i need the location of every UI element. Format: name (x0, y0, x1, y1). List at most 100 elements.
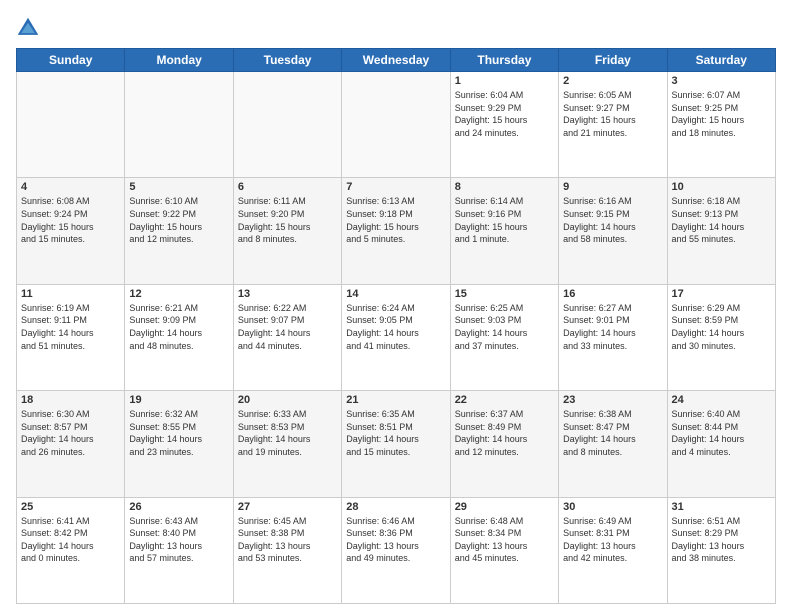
table-row: 16 Sunrise: 6:27 AM Sunset: 9:01 PM Dayli… (559, 284, 667, 390)
table-row: 20Sunrise: 6:33 AM Sunset: 8:53 PM Dayli… (233, 391, 341, 497)
day-info: Sunrise: 6:46 AM Sunset: 8:36 PM Dayligh… (346, 515, 445, 565)
table-row: 2 Sunrise: 6:05 AM Sunset: 9:27 PM Daylig… (559, 72, 667, 178)
table-row: 9 Sunrise: 6:16 AM Sunset: 9:15 PM Daylig… (559, 178, 667, 284)
day-number: 2 (563, 75, 662, 87)
table-row: 19Sunrise: 6:32 AM Sunset: 8:55 PM Dayli… (125, 391, 233, 497)
table-row: 23 Sunrise: 6:38 AM Sunset: 8:47 PM Dayli… (559, 391, 667, 497)
day-info: Sunrise: 6:04 AM Sunset: 9:29 PM Dayligh… (455, 89, 554, 139)
calendar-body: 1 Sunrise: 6:04 AM Sunset: 9:29 PM Daylig… (17, 72, 776, 604)
day-number: 1 (455, 75, 554, 87)
table-row: 6 Sunrise: 6:11 AM Sunset: 9:20 PM Daylig… (233, 178, 341, 284)
table-row: 7 Sunrise: 6:13 AM Sunset: 9:18 PM Daylig… (342, 178, 450, 284)
table-row: 13Sunrise: 6:22 AM Sunset: 9:07 PM Dayli… (233, 284, 341, 390)
day-info: Sunrise: 6:11 AM Sunset: 9:20 PM Dayligh… (238, 195, 337, 245)
calendar-week-5: 25Sunrise: 6:41 AM Sunset: 8:42 PM Dayli… (17, 497, 776, 603)
table-row: 15 Sunrise: 6:25 AM Sunset: 9:03 PM Dayli… (450, 284, 558, 390)
day-number: 6 (238, 181, 337, 193)
day-number: 13 (238, 288, 337, 300)
day-info: Sunrise: 6:16 AM Sunset: 9:15 PM Dayligh… (563, 195, 662, 245)
day-number: 11 (21, 288, 120, 300)
table-row: 8Sunrise: 6:14 AM Sunset: 9:16 PM Daylig… (450, 178, 558, 284)
day-info: Sunrise: 6:32 AM Sunset: 8:55 PM Dayligh… (129, 408, 228, 458)
day-info: Sunrise: 6:49 AM Sunset: 8:31 PM Dayligh… (563, 515, 662, 565)
day-number: 5 (129, 181, 228, 193)
day-number: 30 (563, 501, 662, 513)
table-row: 28 Sunrise: 6:46 AM Sunset: 8:36 PM Dayli… (342, 497, 450, 603)
day-number: 3 (672, 75, 771, 87)
table-row: 25Sunrise: 6:41 AM Sunset: 8:42 PM Dayli… (17, 497, 125, 603)
table-row: 29Sunrise: 6:48 AM Sunset: 8:34 PM Dayli… (450, 497, 558, 603)
table-row: 27Sunrise: 6:45 AM Sunset: 8:38 PM Dayli… (233, 497, 341, 603)
day-number: 29 (455, 501, 554, 513)
col-tuesday: Tuesday (233, 49, 341, 72)
table-row: 18 Sunrise: 6:30 AM Sunset: 8:57 PM Dayli… (17, 391, 125, 497)
calendar-header: Sunday Monday Tuesday Wednesday Thursday… (17, 49, 776, 72)
day-number: 26 (129, 501, 228, 513)
day-info: Sunrise: 6:30 AM Sunset: 8:57 PM Dayligh… (21, 408, 120, 458)
page: Sunday Monday Tuesday Wednesday Thursday… (0, 0, 792, 612)
col-sunday: Sunday (17, 49, 125, 72)
table-row (17, 72, 125, 178)
header (16, 16, 776, 40)
day-number: 21 (346, 394, 445, 406)
table-row: 24 Sunrise: 6:40 AM Sunset: 8:44 PM Dayli… (667, 391, 775, 497)
calendar-week-2: 4Sunrise: 6:08 AM Sunset: 9:24 PM Daylig… (17, 178, 776, 284)
logo-icon (16, 16, 40, 40)
calendar-week-4: 18 Sunrise: 6:30 AM Sunset: 8:57 PM Dayli… (17, 391, 776, 497)
table-row (342, 72, 450, 178)
table-row: 12Sunrise: 6:21 AM Sunset: 9:09 PM Dayli… (125, 284, 233, 390)
day-info: Sunrise: 6:07 AM Sunset: 9:25 PM Dayligh… (672, 89, 771, 139)
col-friday: Friday (559, 49, 667, 72)
col-saturday: Saturday (667, 49, 775, 72)
day-number: 22 (455, 394, 554, 406)
day-number: 25 (21, 501, 120, 513)
day-number: 16 (563, 288, 662, 300)
col-thursday: Thursday (450, 49, 558, 72)
day-number: 23 (563, 394, 662, 406)
day-info: Sunrise: 6:14 AM Sunset: 9:16 PM Dayligh… (455, 195, 554, 245)
day-info: Sunrise: 6:40 AM Sunset: 8:44 PM Dayligh… (672, 408, 771, 458)
table-row: 17Sunrise: 6:29 AM Sunset: 8:59 PM Dayli… (667, 284, 775, 390)
table-row: 1 Sunrise: 6:04 AM Sunset: 9:29 PM Daylig… (450, 72, 558, 178)
day-number: 9 (563, 181, 662, 193)
calendar-week-3: 11 Sunrise: 6:19 AM Sunset: 9:11 PM Dayli… (17, 284, 776, 390)
logo (16, 16, 44, 40)
table-row: 4Sunrise: 6:08 AM Sunset: 9:24 PM Daylig… (17, 178, 125, 284)
day-info: Sunrise: 6:37 AM Sunset: 8:49 PM Dayligh… (455, 408, 554, 458)
day-number: 10 (672, 181, 771, 193)
day-info: Sunrise: 6:51 AM Sunset: 8:29 PM Dayligh… (672, 515, 771, 565)
table-row: 14 Sunrise: 6:24 AM Sunset: 9:05 PM Dayli… (342, 284, 450, 390)
day-number: 14 (346, 288, 445, 300)
table-row: 30 Sunrise: 6:49 AM Sunset: 8:31 PM Dayli… (559, 497, 667, 603)
day-info: Sunrise: 6:25 AM Sunset: 9:03 PM Dayligh… (455, 302, 554, 352)
day-number: 27 (238, 501, 337, 513)
table-row: 10Sunrise: 6:18 AM Sunset: 9:13 PM Dayli… (667, 178, 775, 284)
day-number: 20 (238, 394, 337, 406)
calendar: Sunday Monday Tuesday Wednesday Thursday… (16, 48, 776, 604)
table-row: 22 Sunrise: 6:37 AM Sunset: 8:49 PM Dayli… (450, 391, 558, 497)
day-number: 15 (455, 288, 554, 300)
table-row: 3 Sunrise: 6:07 AM Sunset: 9:25 PM Daylig… (667, 72, 775, 178)
day-number: 12 (129, 288, 228, 300)
day-number: 24 (672, 394, 771, 406)
day-info: Sunrise: 6:38 AM Sunset: 8:47 PM Dayligh… (563, 408, 662, 458)
calendar-week-1: 1 Sunrise: 6:04 AM Sunset: 9:29 PM Daylig… (17, 72, 776, 178)
day-number: 18 (21, 394, 120, 406)
day-info: Sunrise: 6:27 AM Sunset: 9:01 PM Dayligh… (563, 302, 662, 352)
table-row (233, 72, 341, 178)
table-row: 31Sunrise: 6:51 AM Sunset: 8:29 PM Dayli… (667, 497, 775, 603)
day-number: 4 (21, 181, 120, 193)
table-row: 5 Sunrise: 6:10 AM Sunset: 9:22 PM Daylig… (125, 178, 233, 284)
day-info: Sunrise: 6:19 AM Sunset: 9:11 PM Dayligh… (21, 302, 120, 352)
table-row: 26 Sunrise: 6:43 AM Sunset: 8:40 PM Dayli… (125, 497, 233, 603)
table-row (125, 72, 233, 178)
day-info: Sunrise: 6:43 AM Sunset: 8:40 PM Dayligh… (129, 515, 228, 565)
day-info: Sunrise: 6:35 AM Sunset: 8:51 PM Dayligh… (346, 408, 445, 458)
day-number: 28 (346, 501, 445, 513)
day-info: Sunrise: 6:13 AM Sunset: 9:18 PM Dayligh… (346, 195, 445, 245)
day-info: Sunrise: 6:05 AM Sunset: 9:27 PM Dayligh… (563, 89, 662, 139)
day-info: Sunrise: 6:24 AM Sunset: 9:05 PM Dayligh… (346, 302, 445, 352)
day-info: Sunrise: 6:10 AM Sunset: 9:22 PM Dayligh… (129, 195, 228, 245)
day-info: Sunrise: 6:29 AM Sunset: 8:59 PM Dayligh… (672, 302, 771, 352)
day-number: 7 (346, 181, 445, 193)
